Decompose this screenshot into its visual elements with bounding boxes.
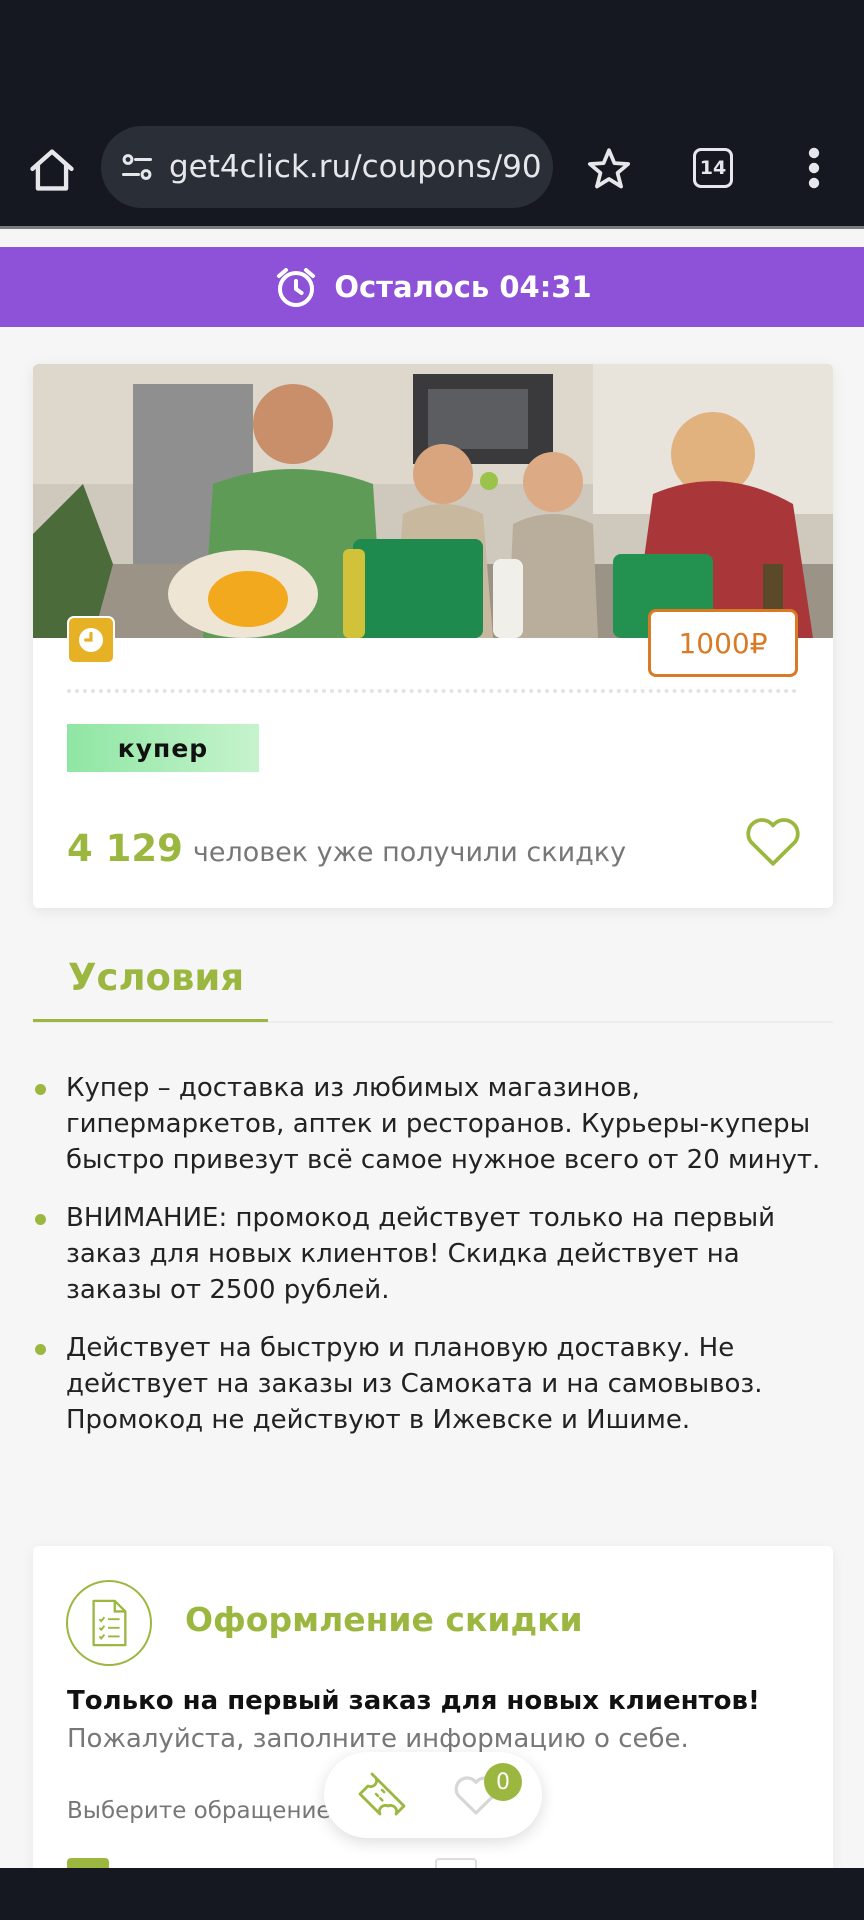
recipients-label: человек уже получили скидку — [192, 837, 627, 868]
active-tab-indicator — [33, 1019, 268, 1022]
countdown-banner: Осталось 04:31 — [0, 247, 864, 327]
condition-text: ВНИМАНИЕ: промокод действует только на п… — [66, 1203, 776, 1305]
coupon-ticket-icon[interactable] — [354, 1768, 410, 1824]
site-settings-icon[interactable] — [119, 149, 155, 185]
condition-text: Купер – доставка из любимых магазинов, г… — [66, 1073, 821, 1175]
favorites-count-badge: 0 — [484, 1763, 522, 1801]
brand-logo: купер — [67, 724, 259, 772]
recipients-count: 4 129 — [67, 827, 183, 870]
bullet-icon — [35, 1214, 46, 1225]
time-limited-badge — [67, 616, 115, 664]
bookmark-star-icon[interactable] — [584, 144, 634, 194]
system-navigation-bar — [0, 1868, 864, 1920]
form-icon-circle — [66, 1580, 152, 1666]
condition-item: Купер – доставка из любимых магазинов, г… — [33, 1070, 833, 1178]
favorite-heart-icon[interactable] — [743, 812, 803, 868]
favorites-count: 0 — [496, 1769, 510, 1795]
condition-item: Действует на быструю и плановую доставку… — [33, 1330, 833, 1438]
toolbar-divider — [0, 226, 864, 229]
dotted-divider — [67, 689, 797, 693]
promo-photo — [33, 364, 833, 638]
form-notice: Только на первый заказ для новых клиенто… — [67, 1686, 760, 1716]
floating-action-pill: 0 — [324, 1752, 542, 1838]
condition-text: Действует на быструю и плановую доставку… — [66, 1333, 763, 1435]
conditions-tab[interactable]: Условия — [68, 956, 244, 999]
alarm-clock-icon — [277, 268, 316, 307]
recipients-stats: 4 129 человек уже получили скидку — [67, 827, 626, 870]
bullet-icon — [35, 1084, 46, 1095]
conditions-list: Купер – доставка из любимых магазинов, г… — [33, 1070, 833, 1460]
form-subtitle: Пожалуйста, заполните информацию о себе. — [67, 1724, 689, 1754]
countdown-text: Осталось 04:31 — [334, 270, 592, 304]
url-text: get4click.ru/coupons/90 — [169, 149, 542, 185]
clock-icon — [79, 628, 103, 652]
brand-logo-text: купер — [117, 733, 209, 763]
system-status-bar — [0, 0, 864, 120]
discount-price-tag: 1000₽ — [648, 609, 798, 677]
more-menu-icon[interactable] — [800, 146, 828, 190]
document-checklist-icon — [92, 1599, 127, 1647]
address-bar[interactable]: get4click.ru/coupons/90 — [101, 126, 553, 208]
coupon-card: 1000₽ купер 4 129 человек уже получили с… — [33, 364, 833, 908]
tab-switcher-button[interactable]: 14 — [693, 148, 733, 188]
home-icon[interactable] — [26, 144, 78, 196]
condition-item: ВНИМАНИЕ: промокод действует только на п… — [33, 1200, 833, 1308]
bullet-icon — [35, 1344, 46, 1355]
salutation-label: Выберите обращение — [67, 1798, 331, 1824]
discount-value: 1000₽ — [678, 626, 768, 660]
form-title: Оформление скидки — [185, 1600, 583, 1639]
tab-count: 14 — [699, 157, 727, 179]
